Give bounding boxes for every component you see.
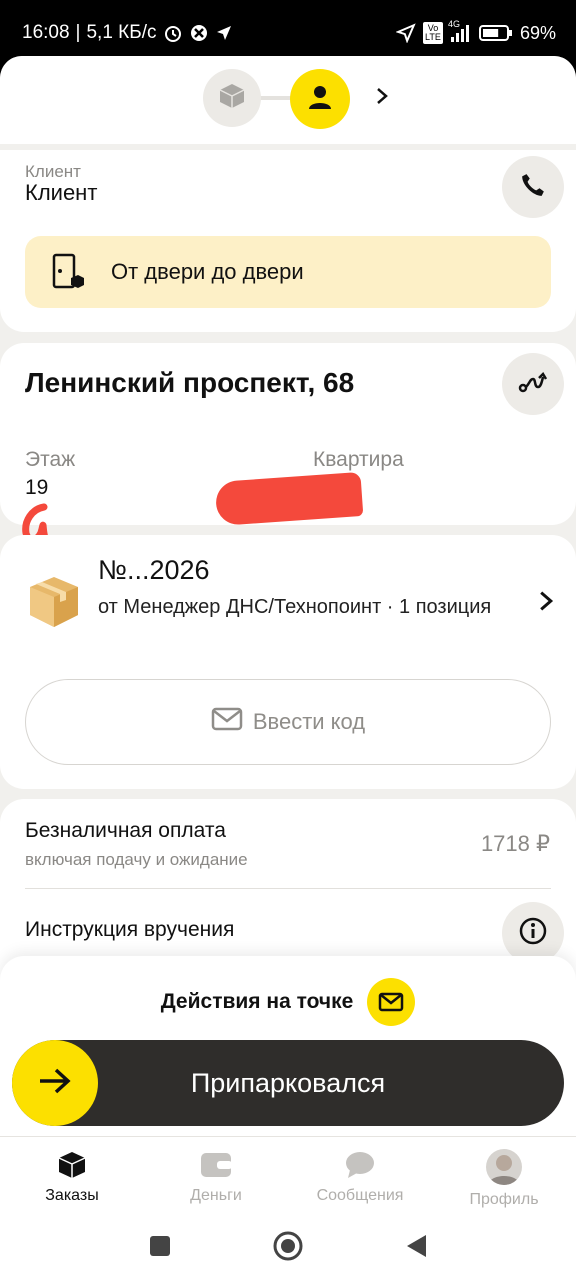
- progress-header: [0, 56, 576, 144]
- status-right: Vo LTE 4G 69%: [395, 19, 556, 44]
- route-button[interactable]: [502, 353, 564, 415]
- tab-messages-label: Сообщения: [316, 1187, 404, 1204]
- app-screen: Клиент Клиент От двери до двери Ленински…: [0, 56, 576, 1280]
- order-card[interactable]: №...2026 от Менеджер ДНС/Технопоинт · 1 …: [0, 535, 576, 789]
- wallet-icon: [200, 1149, 232, 1181]
- status-left: 16:08 | 5,1 КБ/с: [22, 22, 233, 44]
- network-type: 4G: [447, 19, 460, 29]
- route-icon: [518, 369, 548, 400]
- step-client[interactable]: [290, 69, 350, 129]
- envelope-icon: [367, 978, 416, 1026]
- system-nav-bar: [0, 1216, 576, 1280]
- call-button[interactable]: [502, 156, 564, 218]
- order-source: от Менеджер ДНС/Технопоинт · 1 позиция: [98, 596, 492, 618]
- recents-button[interactable]: [148, 1234, 172, 1263]
- delivery-type-label: От двери до двери: [111, 259, 304, 284]
- client-caption: Клиент: [25, 162, 81, 181]
- client-card: Клиент Клиент От двери до двери: [0, 150, 576, 332]
- bottom-tab-bar: Заказы Деньги Сообщения Профиль: [0, 1136, 576, 1216]
- chevron-right-icon: [540, 591, 554, 611]
- envelope-icon: [211, 707, 243, 737]
- order-number: №...2026: [98, 555, 210, 585]
- step-pickup[interactable]: [203, 69, 261, 127]
- status-net-speed: 5,1 КБ/с: [86, 22, 157, 43]
- location-arrow-icon: [215, 24, 233, 42]
- payment-title: Безналичная оплата: [25, 819, 226, 842]
- tab-money[interactable]: Деньги: [144, 1137, 288, 1216]
- delivery-type-banner[interactable]: От двери до двери: [25, 236, 551, 308]
- phone-icon: [520, 172, 546, 203]
- redaction-mark: [214, 471, 364, 527]
- tab-profile[interactable]: Профиль: [432, 1137, 576, 1216]
- divider: [25, 888, 551, 889]
- actions-sheet: Действия на точке Припарковался: [0, 956, 576, 1136]
- door-icon: [51, 252, 87, 292]
- tab-messages[interactable]: Сообщения: [288, 1137, 432, 1216]
- home-button[interactable]: [272, 1230, 304, 1267]
- status-bar: 16:08 | 5,1 КБ/с Vo LTE 4G 69%: [0, 0, 576, 58]
- address-title: Ленинский проспект, 68: [25, 367, 355, 398]
- enter-code-button[interactable]: Ввести код: [25, 679, 551, 765]
- battery-percent: 69%: [519, 22, 556, 43]
- instruction-title: Инструкция вручения: [25, 918, 235, 941]
- actions-at-point[interactable]: Действия на точке: [0, 978, 576, 1026]
- parcel-icon: [30, 577, 78, 627]
- box-icon: [217, 81, 247, 116]
- battery-icon: [478, 24, 513, 42]
- payment-amount: 1718 ₽: [480, 831, 550, 856]
- payment-subtitle: включая подачу и ожидание: [25, 850, 248, 869]
- chevron-right-icon: [375, 86, 389, 111]
- avatar: [486, 1149, 522, 1185]
- tab-orders-label: Заказы: [45, 1187, 99, 1204]
- step-next[interactable]: [370, 84, 394, 112]
- cube-icon: [56, 1149, 88, 1181]
- lte-badge: Vo LTE: [422, 22, 443, 44]
- alarm-icon: [163, 23, 183, 43]
- floor-value: 19: [25, 476, 49, 499]
- slider-handle[interactable]: [12, 1040, 98, 1126]
- actions-label: Действия на точке: [160, 990, 354, 1013]
- parked-slider[interactable]: Припарковался: [12, 1040, 564, 1126]
- chat-icon: [344, 1149, 376, 1181]
- info-icon: [518, 916, 548, 951]
- back-button[interactable]: [404, 1233, 428, 1264]
- apartment-label: Квартира: [313, 448, 404, 471]
- instruction-info-button[interactable]: [502, 902, 564, 964]
- client-name: Клиент: [25, 180, 98, 205]
- status-time: 16:08: [22, 22, 70, 43]
- tab-money-label: Деньги: [190, 1187, 242, 1204]
- signal-icon: 4G: [448, 19, 472, 43]
- location-arrow-icon: [395, 23, 416, 43]
- tab-profile-label: Профиль: [469, 1191, 539, 1208]
- shield-icon: [189, 23, 209, 43]
- user-icon: [307, 84, 333, 115]
- address-card: Ленинский проспект, 68 Этаж 19 Квартира: [0, 343, 576, 545]
- tab-orders[interactable]: Заказы: [0, 1137, 144, 1216]
- enter-code-label: Ввести код: [252, 709, 366, 734]
- floor-label: Этаж: [25, 448, 76, 471]
- arrow-right-icon: [37, 1066, 73, 1101]
